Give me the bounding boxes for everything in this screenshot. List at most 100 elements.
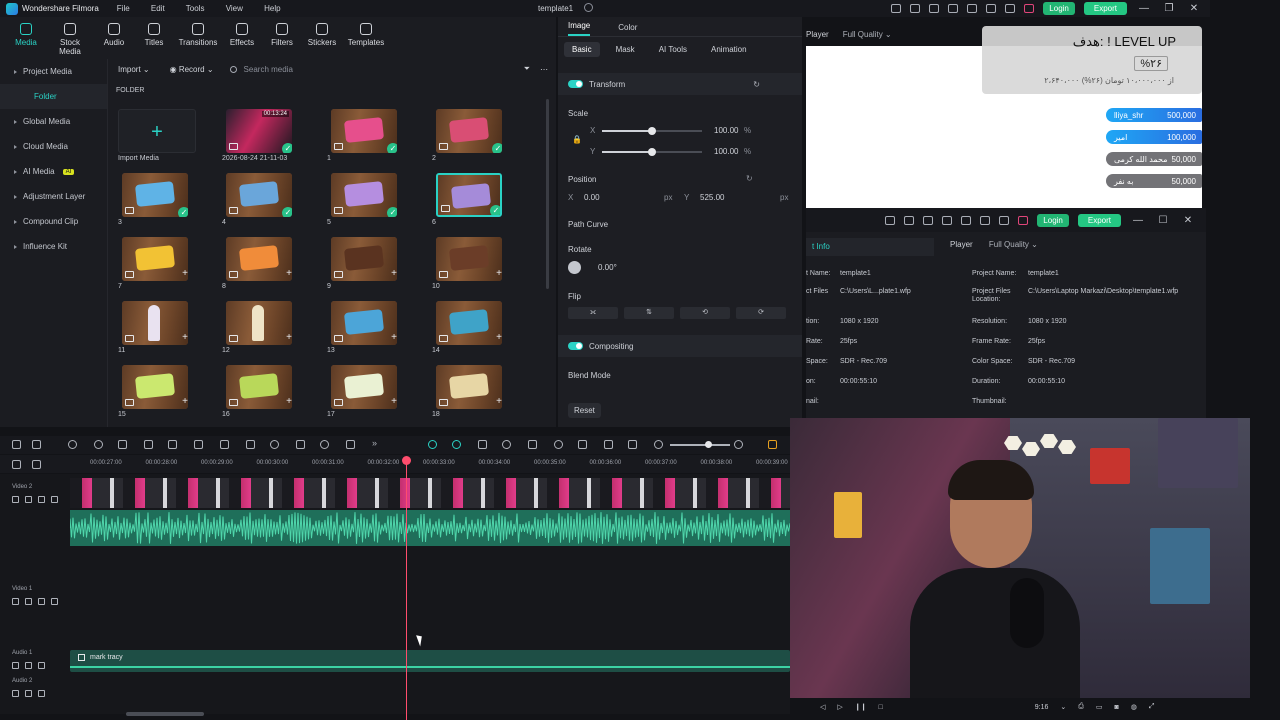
flip-vertical-button[interactable]: ⇅ [624, 307, 674, 319]
more-icon[interactable]: » [372, 438, 381, 448]
link-icon[interactable]: 🔒 [572, 135, 582, 144]
layout-icon[interactable] [923, 215, 934, 225]
rotate-value[interactable]: 0.00° [598, 263, 617, 272]
sidebar-item-cloud-media[interactable]: Cloud Media [0, 134, 107, 159]
add-icon[interactable]: + [391, 397, 397, 407]
sidebar-item-ai-media[interactable]: AI Media AI [0, 159, 107, 184]
menu-view[interactable]: View [226, 4, 243, 13]
tab-color[interactable]: Color [618, 23, 637, 36]
sidebar-item-folder[interactable]: Folder [0, 84, 107, 109]
media-thumbnail[interactable]: ✓ [436, 173, 502, 217]
tab-templates[interactable]: Templates [344, 17, 388, 57]
media-item[interactable]: +16 [218, 363, 302, 425]
magnet-icon[interactable] [38, 690, 45, 697]
eye-icon[interactable] [38, 496, 45, 503]
add-icon[interactable]: + [182, 397, 188, 407]
select-icon[interactable] [32, 440, 41, 449]
lock-icon[interactable] [12, 496, 19, 503]
layout-icon[interactable] [929, 4, 940, 13]
cloud-icon[interactable] [967, 4, 978, 13]
scale-x-slider[interactable] [602, 127, 702, 135]
media-thumbnail[interactable]: ✓ [226, 173, 292, 217]
sidebar-item-influence-kit[interactable]: Influence Kit [0, 234, 107, 259]
media-thumbnail[interactable]: + [331, 301, 397, 345]
menu-file[interactable]: File [117, 4, 130, 13]
add-icon[interactable]: + [391, 333, 397, 343]
audio-icon[interactable]: ◍ [1131, 703, 1137, 711]
tab-filters[interactable]: Filters [264, 17, 300, 57]
eye-icon[interactable] [38, 598, 45, 605]
tab-stock-media[interactable]: Stock Media [48, 17, 92, 57]
marker-icon[interactable] [502, 440, 511, 449]
cart-icon[interactable] [1018, 215, 1029, 225]
timeline-scrollbar[interactable] [126, 712, 204, 716]
tab-image[interactable]: Image [568, 21, 591, 36]
tab-basic[interactable]: Basic [564, 41, 600, 57]
edit-icon[interactable] [346, 440, 355, 449]
text-icon[interactable] [220, 440, 229, 449]
keyframe-icon[interactable] [246, 440, 255, 449]
send-icon[interactable] [891, 4, 902, 13]
media-thumbnail[interactable]: + [122, 365, 188, 409]
export-button[interactable]: Export [1083, 2, 1127, 15]
tab-effects[interactable]: Effects [224, 17, 260, 57]
slider-knob[interactable] [648, 127, 656, 135]
reset-icon[interactable]: ↻ [746, 174, 753, 183]
sidebar-item-project-media[interactable]: Project Media [0, 59, 107, 84]
rotate-dial[interactable] [568, 261, 581, 274]
add-icon[interactable]: + [496, 397, 502, 407]
tab-titles[interactable]: Titles [136, 17, 172, 57]
tab-ai-tools[interactable]: AI Tools [651, 42, 695, 57]
stop-icon[interactable]: □ [879, 704, 883, 711]
scale-y-value[interactable]: 100.00 [714, 147, 738, 156]
track-layout-icon[interactable] [768, 440, 777, 449]
export-button[interactable]: Export [1077, 213, 1121, 227]
sidebar-item-compound-clip[interactable]: Compound Clip [0, 209, 107, 234]
import-dropdown[interactable]: Import ⌄ [114, 63, 154, 76]
microphone-icon[interactable] [554, 440, 563, 449]
audio-adjust-icon[interactable] [296, 440, 305, 449]
media-item[interactable]: +13 [323, 299, 407, 361]
menu-tools[interactable]: Tools [186, 4, 205, 13]
add-icon[interactable]: + [286, 333, 292, 343]
timeline-ruler[interactable]: 00:00:27:00 00:00:28:00 00:00:29:00 00:00:3… [0, 455, 790, 473]
close-icon[interactable]: ✕ [1180, 215, 1196, 226]
media-item[interactable]: +11 [114, 299, 198, 361]
monitor-icon[interactable]: ▭ [1096, 703, 1103, 711]
redo-icon[interactable] [94, 440, 103, 449]
scale-x-value[interactable]: 100.00 [714, 126, 738, 135]
zoom-out-icon[interactable] [654, 440, 663, 449]
aspect-ratio[interactable]: 9:16 [1035, 704, 1049, 711]
close-icon[interactable]: ✕ [1186, 3, 1202, 14]
prev-frame-icon[interactable]: ◁ [820, 703, 825, 711]
tab-transitions[interactable]: Transitions [176, 17, 220, 57]
rotate-left-button[interactable]: ⟲ [680, 307, 730, 319]
media-item[interactable]: +15 [114, 363, 198, 425]
media-thumbnail[interactable]: + [226, 301, 292, 345]
monitor-icon[interactable] [904, 215, 915, 225]
media-item[interactable]: +14 [428, 299, 512, 361]
monitor-icon[interactable] [910, 4, 921, 13]
speaker-icon[interactable] [25, 496, 32, 503]
maximize-icon[interactable]: ☐ [1155, 215, 1171, 226]
sidebar-item-global-media[interactable]: Global Media [0, 109, 107, 134]
maximize-icon[interactable]: ❐ [1161, 3, 1177, 14]
tab-media[interactable]: Media [8, 17, 44, 57]
cart-icon[interactable] [1024, 4, 1035, 13]
add-icon[interactable]: + [182, 269, 188, 279]
add-icon[interactable]: + [286, 269, 292, 279]
fullscreen-icon[interactable]: ⤢ [1149, 703, 1155, 711]
chevron-down-icon[interactable]: ⌄ [1060, 703, 1066, 711]
media-item[interactable]: ✓ 5 [323, 171, 407, 233]
add-icon[interactable]: + [286, 397, 292, 407]
minimize-icon[interactable]: — [1136, 3, 1152, 14]
quality-dropdown[interactable]: Full Quality ⌄ [843, 30, 892, 39]
lock-icon[interactable] [12, 690, 19, 697]
media-thumbnail[interactable]: ✓ [436, 109, 502, 153]
render-icon[interactable] [428, 440, 437, 449]
media-thumbnail[interactable]: + [122, 237, 188, 281]
media-item[interactable]: +17 [323, 363, 407, 425]
add-icon[interactable]: + [496, 333, 502, 343]
zoom-knob[interactable] [705, 441, 712, 448]
layout-icon[interactable] [12, 440, 21, 449]
